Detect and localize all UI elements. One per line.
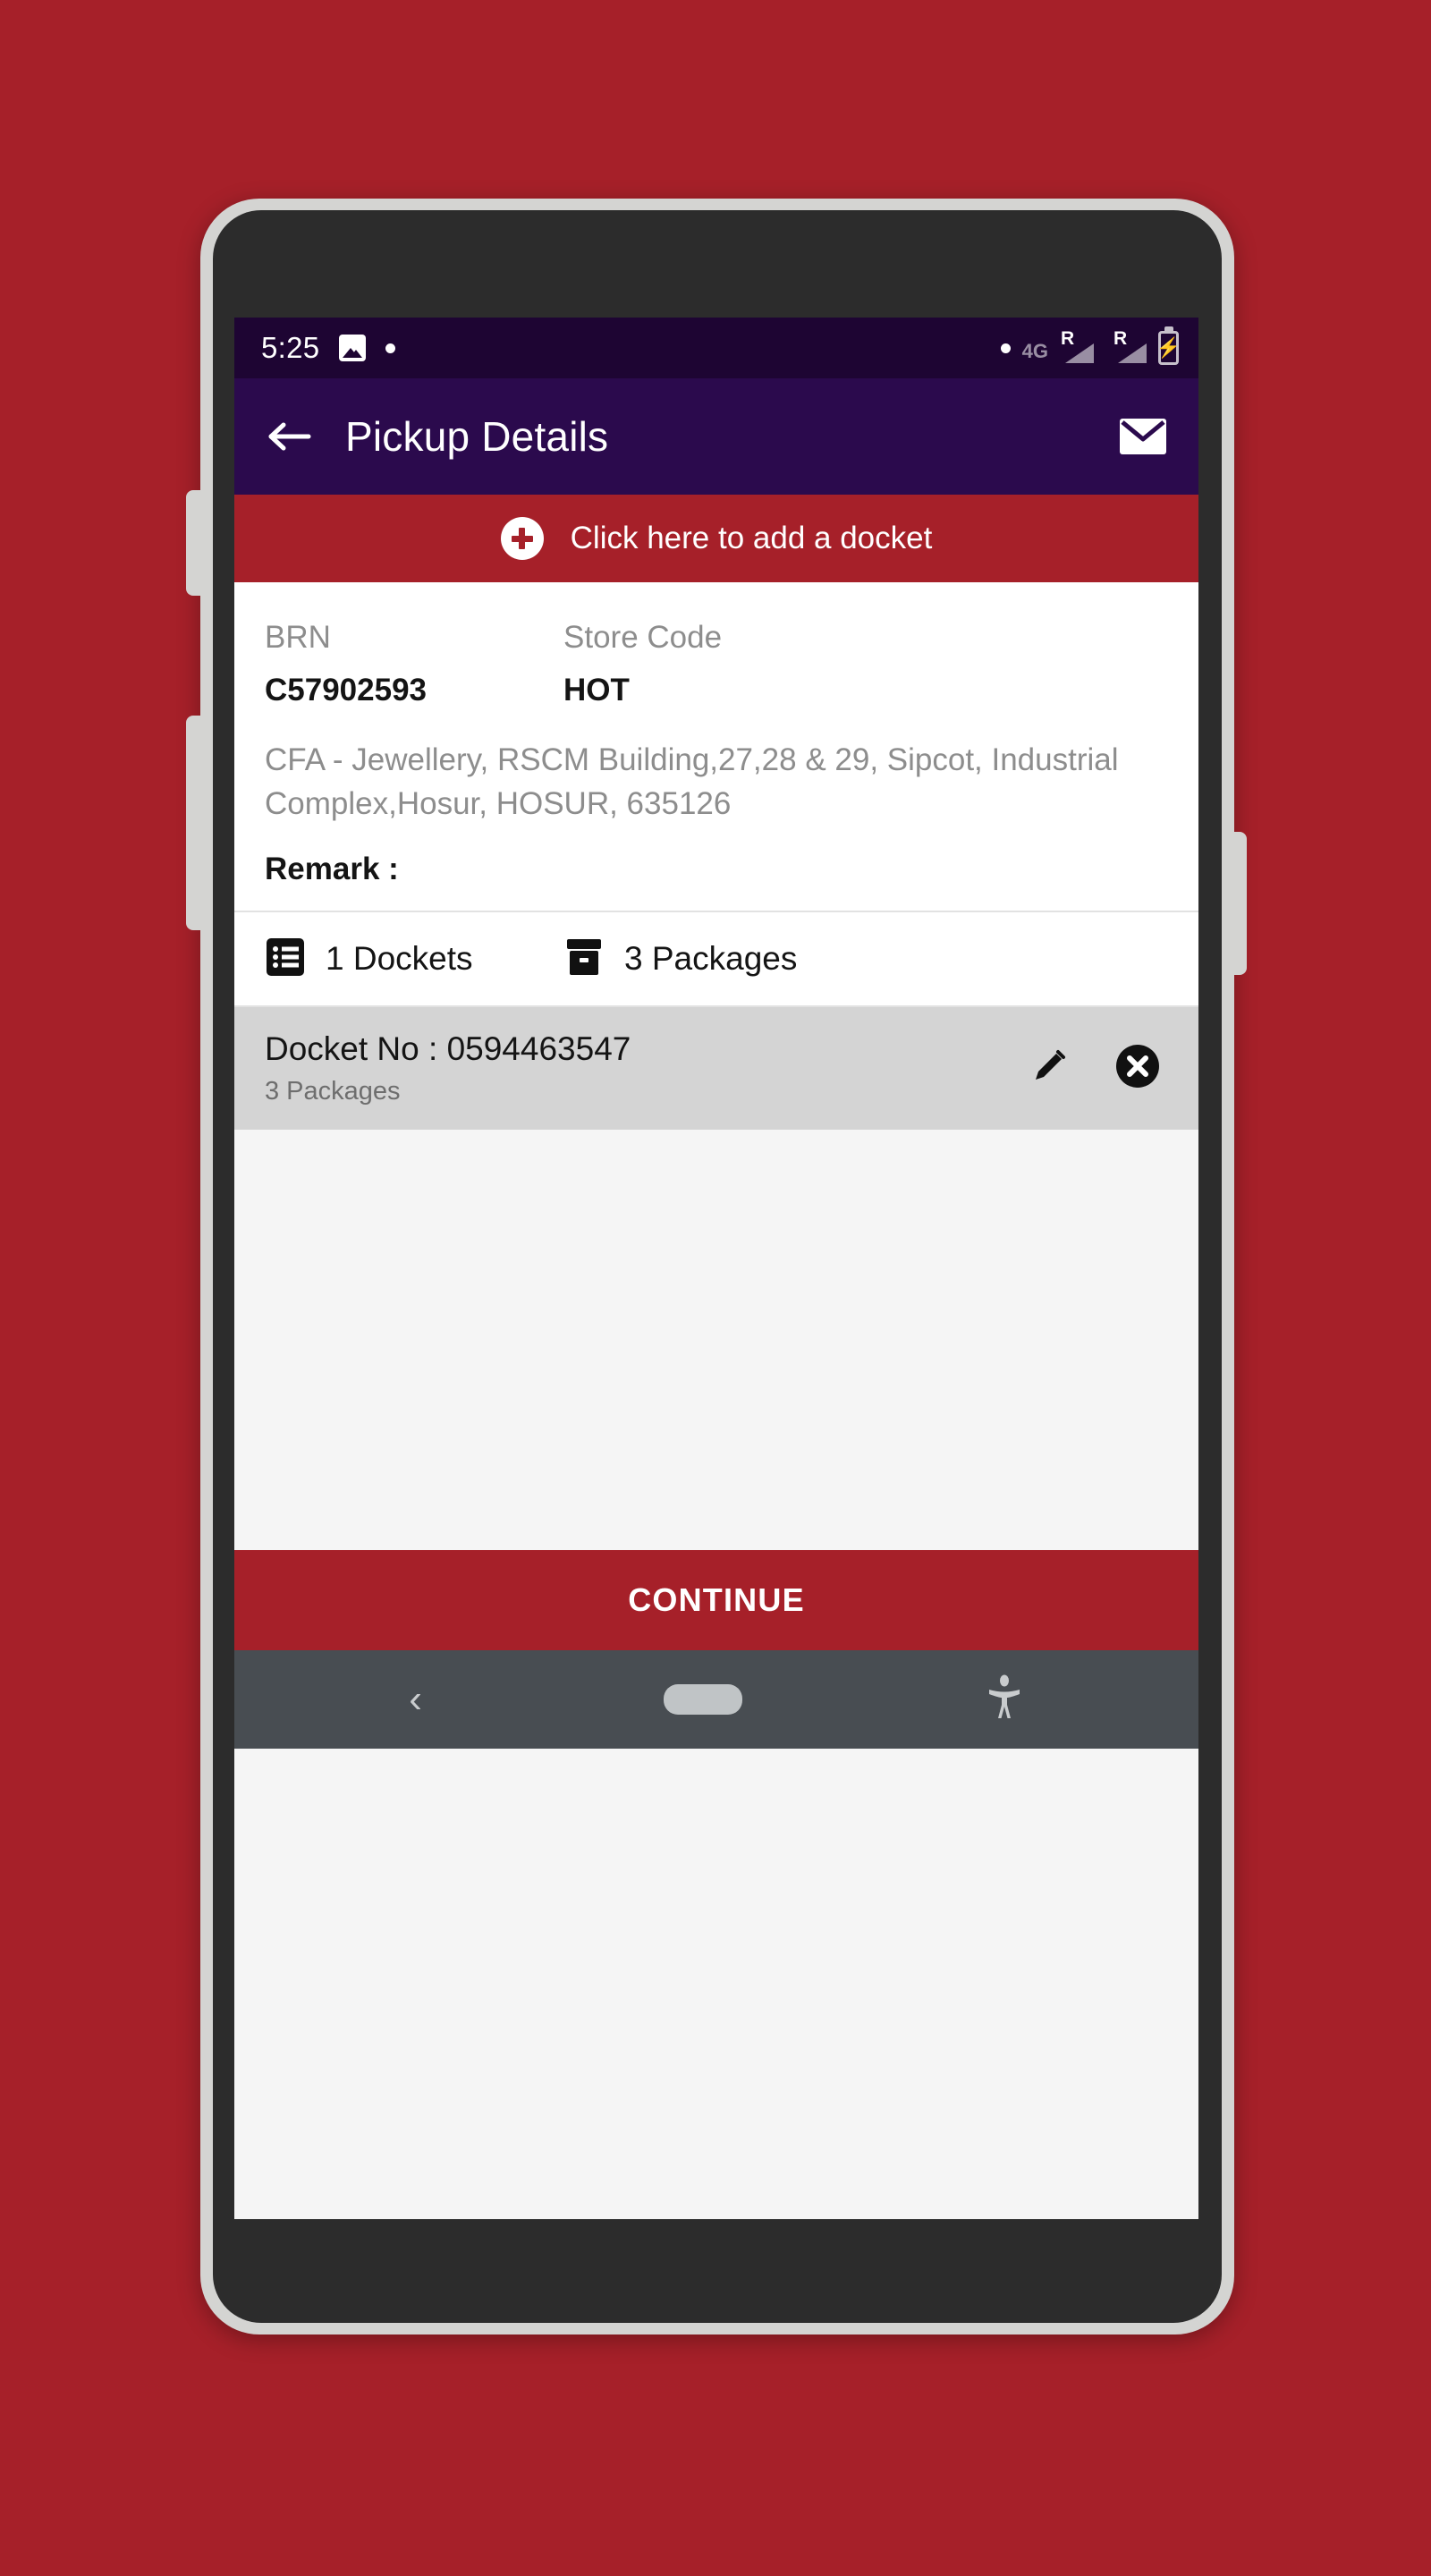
status-bar: 5:25 4G R R ⚡ <box>234 318 1198 378</box>
brn-column: BRN C57902593 <box>265 618 563 709</box>
page-title: Pickup Details <box>345 413 609 460</box>
counts-row: 1 Dockets 3 Packages <box>234 911 1198 1008</box>
status-left-icons <box>339 335 396 361</box>
docket-row-texts: Docket No : 0594463547 3 Packages <box>265 1030 1029 1106</box>
brn-value: C57902593 <box>265 672 427 708</box>
store-code-label: Store Code <box>563 620 723 655</box>
close-circle-icon[interactable] <box>1114 1043 1161 1094</box>
back-arrow-icon[interactable] <box>265 411 315 462</box>
dockets-count-text: 1 Dockets <box>326 940 473 978</box>
signal-bars-icon-1: R <box>1053 329 1094 367</box>
image-icon <box>339 335 367 361</box>
power-button[interactable] <box>1229 832 1247 975</box>
docket-list-empty-area <box>234 1130 1198 1551</box>
info-labels-row: BRN C57902593 Store Code HOT <box>265 618 1168 709</box>
volume-up-button[interactable] <box>186 490 204 596</box>
docket-row-actions <box>1029 1043 1168 1094</box>
email-icon[interactable] <box>1118 411 1168 462</box>
notification-dot-icon <box>385 343 396 353</box>
store-code-value: HOT <box>563 672 630 708</box>
list-document-icon <box>265 936 306 982</box>
status-time: 5:25 <box>261 331 320 364</box>
continue-button[interactable]: CONTINUE <box>234 1550 1198 1651</box>
nav-home-pill-icon[interactable] <box>664 1684 743 1716</box>
add-docket-label: Click here to add a docket <box>570 521 933 555</box>
battery-bolt-glyph: ⚡ <box>1156 336 1181 359</box>
docket-row[interactable]: Docket No : 0594463547 3 Packages <box>234 1007 1198 1131</box>
docket-packages-count: 3 Packages <box>265 1077 401 1106</box>
phone-screen: 5:25 4G R R ⚡ Pickup Details Click here … <box>234 318 1198 2219</box>
packages-count-text: 3 Packages <box>624 940 798 978</box>
brn-label: BRN <box>265 620 331 655</box>
signal-bars-icon-2: R <box>1105 329 1147 367</box>
volume-down-button[interactable] <box>186 716 204 930</box>
add-docket-banner[interactable]: Click here to add a docket <box>234 495 1198 582</box>
plus-circle-icon <box>500 517 544 560</box>
docket-list: Docket No : 0594463547 3 Packages <box>234 1007 1198 1551</box>
network-type-label: 4G <box>1021 340 1048 362</box>
store-code-column: Store Code HOT <box>563 618 722 709</box>
packages-count-item: 3 Packages <box>563 937 797 981</box>
package-box-icon <box>563 937 605 981</box>
accessibility-icon[interactable] <box>985 1674 1024 1725</box>
status-right-icons: 4G R R ⚡ <box>1000 329 1181 367</box>
roaming-label-2: R <box>1113 328 1128 349</box>
dockets-count-item: 1 Dockets <box>265 936 563 982</box>
roaming-label-1: R <box>1061 328 1075 349</box>
pencil-edit-icon[interactable] <box>1029 1046 1070 1091</box>
pickup-info-card: BRN C57902593 Store Code HOT CFA - Jewel… <box>234 582 1198 911</box>
nav-back-icon[interactable]: ‹ <box>409 1680 422 1719</box>
app-bar: Pickup Details <box>234 378 1198 495</box>
system-navigation-bar: ‹ <box>234 1650 1198 1750</box>
address-text: CFA - Jewellery, RSCM Building,27,28 & 2… <box>265 741 1119 822</box>
docket-number: Docket No : 0594463547 <box>265 1030 631 1068</box>
battery-charging-icon: ⚡ <box>1156 331 1181 365</box>
continue-button-label: CONTINUE <box>628 1581 805 1619</box>
remark-label: Remark : <box>265 852 399 887</box>
dot-icon <box>1000 343 1011 353</box>
